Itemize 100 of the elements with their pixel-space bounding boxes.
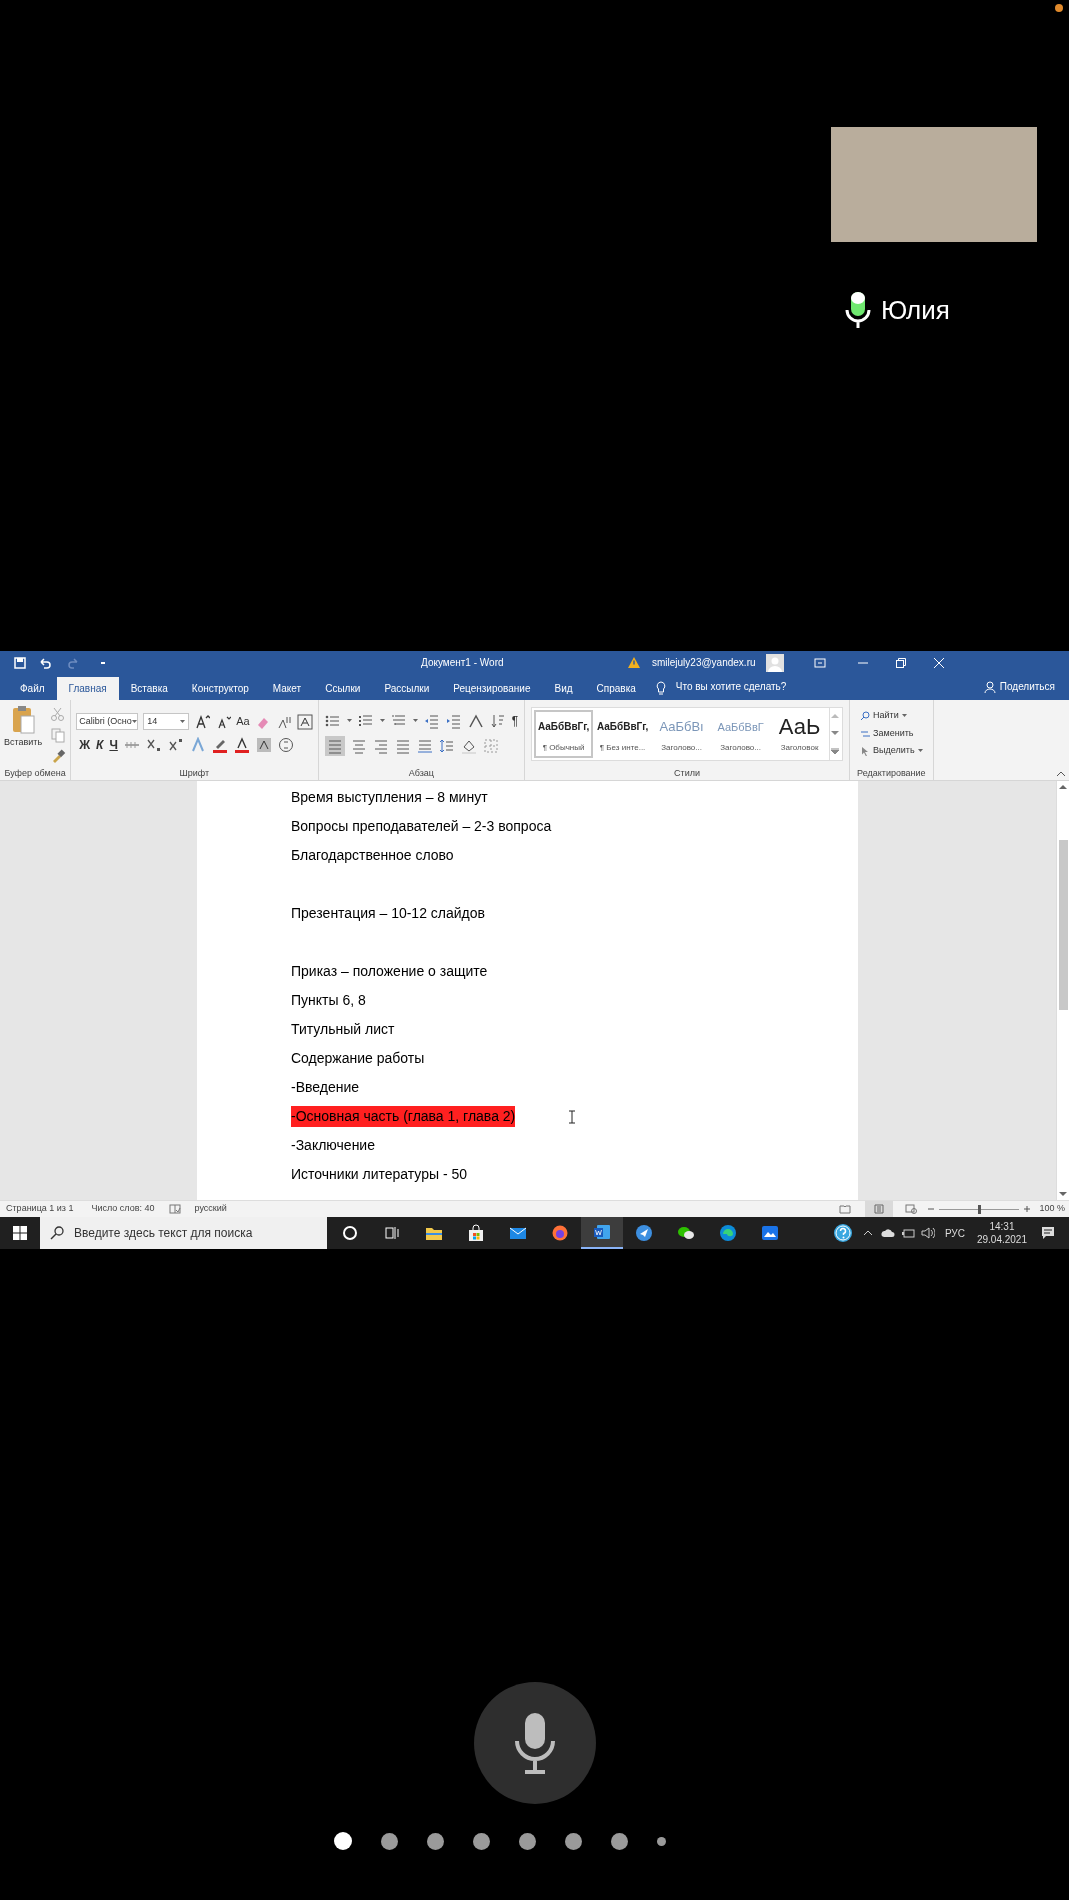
notification-icon[interactable]	[1041, 1226, 1055, 1240]
style-name: Заголово...	[720, 741, 761, 754]
ribbon-tab[interactable]: Ссылки	[313, 677, 373, 700]
grow-font-icon[interactable]	[194, 713, 211, 730]
warning-icon	[628, 657, 640, 668]
format-button[interactable]: Ж	[79, 736, 90, 754]
ribbon-tab[interactable]: Макет	[260, 677, 314, 700]
clock-time[interactable]: 14:31	[989, 1220, 1015, 1233]
character-border-icon[interactable]	[296, 713, 313, 730]
style-item[interactable]: АаБбВı Заголово...	[652, 709, 712, 758]
replace-button[interactable]: Заменить	[873, 726, 914, 741]
zoom-slider[interactable]	[939, 1204, 1020, 1214]
document-line: Пункты 6, 8	[291, 991, 366, 1010]
line-spacing-icon[interactable]	[438, 737, 455, 754]
font-size-field[interactable]: 14	[143, 713, 190, 730]
document-line: Приказ – положение о защите	[291, 962, 488, 981]
group-label: Шрифт	[179, 767, 210, 780]
caret-icon[interactable]	[346, 718, 352, 723]
ribbon-tab[interactable]: Рецензирование	[441, 677, 543, 700]
align-left-button[interactable]	[324, 735, 345, 756]
caret-icon[interactable]	[917, 749, 923, 753]
taskbar-search-field[interactable]: Введите здесь текст для поиска	[40, 1217, 327, 1249]
zoom-level[interactable]: 100 %	[1039, 1202, 1065, 1216]
close-icon[interactable]	[933, 657, 944, 668]
proofing-icon[interactable]	[168, 1204, 181, 1214]
caret-icon[interactable]	[180, 719, 186, 724]
document-line: Презентация – 10-12 слайдов	[291, 904, 485, 923]
share-button[interactable]: Поделиться	[999, 679, 1055, 694]
zoom-in-icon[interactable]	[1023, 1205, 1032, 1213]
search-input[interactable]: Введите здесь текст для поиска	[74, 1224, 304, 1242]
character-shading-icon[interactable]	[255, 737, 272, 753]
enclose-characters-icon[interactable]	[277, 737, 294, 753]
restore-icon[interactable]	[895, 657, 906, 668]
style-preview: АаЬ	[778, 713, 821, 740]
font-name-field[interactable]: Calibri (Осно	[76, 713, 139, 730]
numbered-list-icon[interactable]	[357, 712, 374, 729]
cloud-icon[interactable]	[880, 1228, 895, 1238]
input-language[interactable]: РУС	[944, 1225, 965, 1241]
text-cursor-icon	[568, 1109, 577, 1124]
bird-icon	[635, 1224, 653, 1242]
caret-icon[interactable]	[901, 714, 907, 718]
person-icon[interactable]	[983, 680, 996, 693]
zoom-slider-thumb[interactable]	[977, 1204, 981, 1214]
find-button[interactable]: Найти	[873, 709, 899, 723]
battery-icon[interactable]	[900, 1228, 915, 1238]
read-mode-icon[interactable]	[839, 1204, 852, 1214]
account-email: smilejuly23@yandex.ru	[652, 656, 756, 670]
scroll-down-icon[interactable]	[831, 730, 840, 737]
word-count: Число слов: 40	[91, 1202, 155, 1216]
highlighter-icon[interactable]	[211, 737, 228, 753]
chevron-up-icon[interactable]	[862, 1230, 873, 1236]
style-item[interactable]: АаЬ Заголовок	[770, 709, 830, 758]
subscript-icon[interactable]	[145, 737, 162, 753]
superscript-icon[interactable]	[167, 737, 184, 753]
ribbon-tab[interactable]: Справка	[584, 677, 648, 700]
web-layout-icon[interactable]	[905, 1204, 918, 1214]
ribbon-tab[interactable]: Рассылки	[372, 677, 442, 700]
save-icon[interactable]	[14, 656, 26, 669]
document-line: Благодарственное слово	[291, 846, 454, 865]
change-case-button[interactable]: Aa	[236, 713, 250, 730]
paste-button[interactable]: Вставить	[4, 735, 43, 749]
avatar-icon	[765, 653, 784, 672]
show-marks-button[interactable]: ¶	[511, 711, 519, 730]
ribbon-display-icon[interactable]	[813, 657, 826, 668]
paste-icon[interactable]	[11, 703, 36, 734]
format-button[interactable]: К	[96, 736, 104, 754]
caret-icon[interactable]	[379, 718, 385, 723]
ribbon-tab[interactable]: Главная	[56, 677, 119, 700]
group-label: Буфер обмена	[4, 767, 66, 780]
style-item[interactable]: АаБбВвГг, ¶ Обычный	[534, 709, 594, 758]
search-icon	[860, 711, 871, 721]
ribbon-tab[interactable]: Вид	[542, 677, 585, 700]
fox-icon	[551, 1224, 569, 1242]
caret-icon[interactable]	[131, 719, 137, 724]
more-styles-icon[interactable]	[831, 747, 840, 754]
wave-icon	[719, 1224, 737, 1242]
vertical-scrollbar[interactable]	[1056, 781, 1069, 1200]
language-label[interactable]: русский	[194, 1202, 227, 1216]
format-button[interactable]: Ч	[109, 736, 118, 754]
style-item[interactable]: АаБбВвГг, ¶ Без инте...	[593, 709, 653, 758]
style-preview: АаБбВı	[659, 717, 704, 736]
scrollbar-thumb[interactable]	[1058, 840, 1068, 1010]
select-button[interactable]: Выделить	[873, 744, 915, 758]
caret-icon[interactable]	[412, 718, 418, 723]
window-title: Документ1 - Word	[421, 656, 505, 670]
tell-me-search[interactable]: Что вы хотите сделать?	[675, 679, 787, 694]
ribbon-tab[interactable]: Конструктор	[179, 677, 261, 700]
style-item[interactable]: АаБбВвГ Заголово...	[711, 709, 771, 758]
scroll-up-icon[interactable]	[1059, 784, 1067, 790]
ribbon-tab[interactable]: Файл	[8, 677, 57, 700]
speaker-icon[interactable]	[920, 1227, 935, 1239]
help-icon[interactable]	[832, 1223, 853, 1243]
scroll-down-icon[interactable]	[1059, 1191, 1067, 1197]
print-layout-icon	[873, 1204, 886, 1214]
ribbon-tab[interactable]: Вставка	[118, 677, 180, 700]
style-preview: АаБбВвГг,	[537, 719, 590, 734]
collapse-ribbon-icon[interactable]	[1056, 771, 1066, 777]
font-color-icon[interactable]	[233, 737, 250, 753]
undo-icon[interactable]	[38, 656, 52, 669]
clock-date[interactable]: 29.04.2021	[976, 1233, 1027, 1246]
